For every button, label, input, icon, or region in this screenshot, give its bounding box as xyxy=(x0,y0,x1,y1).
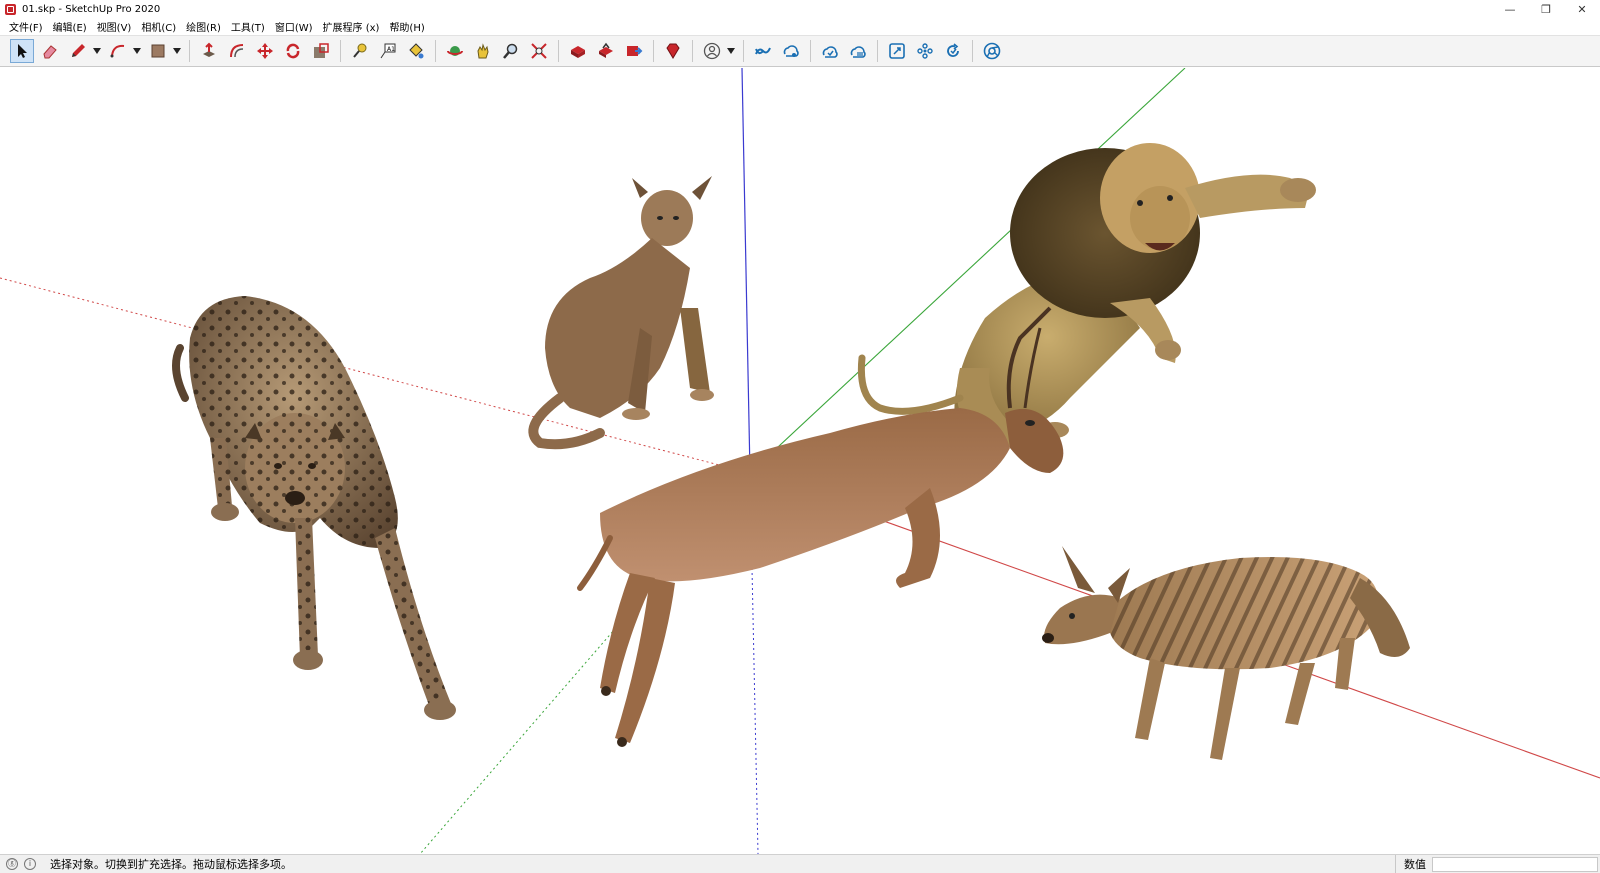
scale-tool-icon[interactable] xyxy=(309,39,333,63)
layout-icon[interactable] xyxy=(885,39,909,63)
orbit-tool-icon[interactable] xyxy=(443,39,467,63)
chrome-icon[interactable] xyxy=(980,39,1004,63)
measurements-label: 数值 xyxy=(1395,855,1426,873)
cloud-sync-icon[interactable] xyxy=(818,39,842,63)
scene-canvas[interactable] xyxy=(0,68,1600,854)
extension-warehouse-icon[interactable] xyxy=(622,39,646,63)
hyena-model[interactable] xyxy=(1042,546,1410,760)
push-pull-tool-icon[interactable] xyxy=(197,39,221,63)
menu-window[interactable]: 窗口(W) xyxy=(270,19,318,34)
trimble-connect-icon[interactable] xyxy=(751,39,775,63)
style-builder-icon[interactable] xyxy=(913,39,937,63)
cheetah-model[interactable] xyxy=(172,296,456,720)
arc-tool-icon[interactable] xyxy=(106,39,130,63)
measurements-input[interactable] xyxy=(1432,857,1598,872)
sketchup-app-icon xyxy=(5,3,16,15)
svg-text:A1: A1 xyxy=(387,46,395,53)
shape-tool-icon[interactable] xyxy=(146,39,170,63)
toolbar-separator xyxy=(810,40,811,62)
toolbar-separator xyxy=(877,40,878,62)
rotate-tool-icon[interactable] xyxy=(281,39,305,63)
pan-tool-icon[interactable] xyxy=(471,39,495,63)
ruby-extension-icon[interactable] xyxy=(661,39,685,63)
status-message: 选择对象。切换到扩充选择。拖动鼠标选择多项。 xyxy=(50,858,292,871)
shape-dropdown-icon[interactable] xyxy=(172,48,182,54)
update-icon[interactable] xyxy=(941,39,965,63)
tape-measure-icon[interactable] xyxy=(348,39,372,63)
share-model-icon[interactable] xyxy=(594,39,618,63)
toolbar-separator xyxy=(558,40,559,62)
zoom-tool-icon[interactable] xyxy=(499,39,523,63)
minimize-button[interactable]: — xyxy=(1492,0,1528,18)
restore-button[interactable]: ❐ xyxy=(1528,0,1564,18)
window-title: 01.skp - SketchUp Pro 2020 xyxy=(22,3,161,15)
menu-draw[interactable]: 绘图(R) xyxy=(181,19,226,34)
account-icon[interactable] xyxy=(700,39,724,63)
move-tool-icon[interactable] xyxy=(253,39,277,63)
toolbar-separator xyxy=(743,40,744,62)
geo-location-icon[interactable]: ⓖ xyxy=(6,858,18,870)
offset-tool-icon[interactable] xyxy=(225,39,249,63)
menu-extensions[interactable]: 扩展程序 (x) xyxy=(318,19,385,34)
main-toolbar: A1 xyxy=(0,35,1600,67)
warehouse-icon[interactable] xyxy=(566,39,590,63)
zoom-extents-icon[interactable] xyxy=(527,39,551,63)
text-tool-icon[interactable]: A1 xyxy=(376,39,400,63)
window-controls: — ❐ ✕ xyxy=(1492,0,1600,18)
toolbar-separator xyxy=(653,40,654,62)
trimble-connect-share-icon[interactable] xyxy=(779,39,803,63)
toolbar-separator xyxy=(692,40,693,62)
info-icon[interactable]: i xyxy=(24,858,36,870)
arc-dropdown-icon[interactable] xyxy=(132,48,142,54)
toolbar-separator xyxy=(972,40,973,62)
close-button[interactable]: ✕ xyxy=(1564,0,1600,18)
menu-tools[interactable]: 工具(T) xyxy=(226,19,270,34)
menu-file[interactable]: 文件(F) xyxy=(4,19,48,34)
menu-help[interactable]: 帮助(H) xyxy=(384,19,429,34)
status-bar: ⓖ i 选择对象。切换到扩充选择。拖动鼠标选择多项。 数值 xyxy=(0,854,1600,873)
caracal-model[interactable] xyxy=(528,176,714,450)
menu-edit[interactable]: 编辑(E) xyxy=(48,19,92,34)
account-dropdown-icon[interactable] xyxy=(726,48,736,54)
menu-view[interactable]: 视图(V) xyxy=(92,19,137,34)
model-viewport[interactable] xyxy=(0,68,1600,854)
sketchup-window: 01.skp - SketchUp Pro 2020 — ❐ ✕ 文件(F) 编… xyxy=(0,0,1600,873)
toolbar-separator xyxy=(340,40,341,62)
menu-bar: 文件(F) 编辑(E) 视图(V) 相机(C) 绘图(R) 工具(T) 窗口(W… xyxy=(0,18,1600,35)
toolbar-separator xyxy=(189,40,190,62)
toolbar-separator xyxy=(435,40,436,62)
lion-model[interactable] xyxy=(857,143,1316,448)
select-tool-icon[interactable] xyxy=(10,39,34,63)
cloud-upload-icon[interactable] xyxy=(846,39,870,63)
pencil-dropdown-icon[interactable] xyxy=(92,48,102,54)
pencil-line-tool-icon[interactable] xyxy=(66,39,90,63)
eraser-tool-icon[interactable] xyxy=(38,39,62,63)
paint-bucket-icon[interactable] xyxy=(404,39,428,63)
menu-camera[interactable]: 相机(C) xyxy=(136,19,181,34)
blue-axis-solid xyxy=(741,68,751,474)
title-bar: 01.skp - SketchUp Pro 2020 — ❐ ✕ xyxy=(0,0,1600,18)
